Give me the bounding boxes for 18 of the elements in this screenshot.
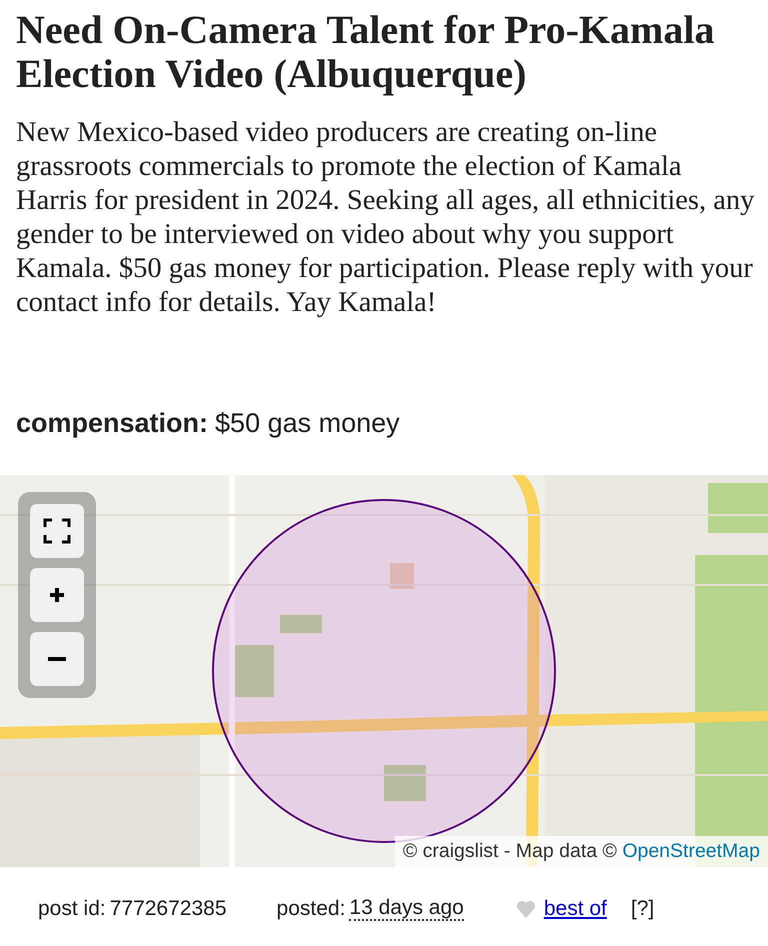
posting-title: Need On-Camera Talent for Pro-Kamala Election Video (Albuquerque) [16,8,716,96]
post-id-label: post id: [38,896,106,922]
posted-date: 13 days ago [349,896,464,921]
fullscreen-icon [43,518,71,544]
help-link[interactable]: [?] [630,893,654,924]
zoom-in-button[interactable] [30,568,84,622]
attribute-value: $50 gas money [215,408,400,438]
openstreetmap-link[interactable]: OpenStreetMap [622,840,760,862]
post-id: 7772672385 [110,896,227,922]
posted-label: posted: [276,896,346,922]
plus-icon [49,587,65,603]
zoom-out-button[interactable] [30,632,84,686]
map-attribution: © craigslist - Map data © OpenStreetMap [394,836,768,867]
fullscreen-button[interactable] [30,504,84,558]
best-of-link[interactable]: best of [544,893,607,924]
posting-body: New Mexico-based video producers are creating on-line grassroots commercials to promote the election of Kamala Harris for president in 2024. Seeking all ages, all ethnicities, any gender to be interviewed on video about why you support Kamala. $50 gas money for participation. Please reply with your contact info for details. Yay Kamala! [16,116,756,320]
minus-icon [48,657,66,661]
attribute-label: compensation: [16,408,208,438]
